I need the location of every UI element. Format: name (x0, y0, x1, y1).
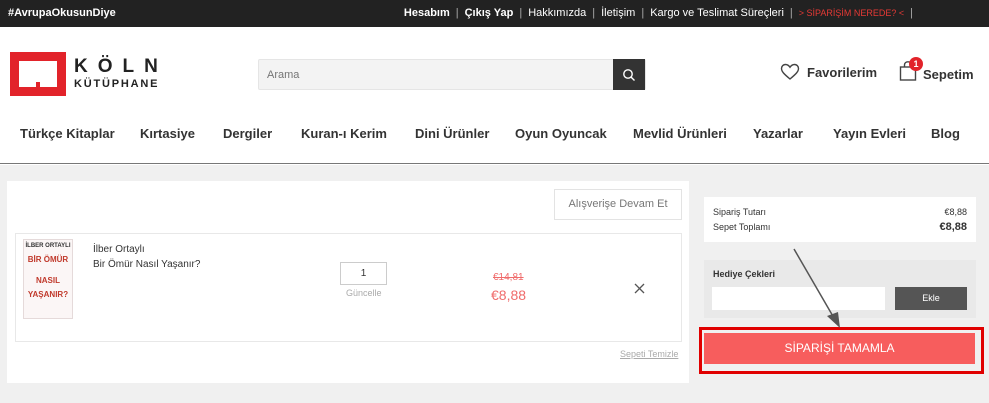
book-cover-image[interactable]: İLBER ORTAYLI BİR ÖMÜR NASIL YAŞANIR? (23, 239, 73, 319)
nav-item-religious-products[interactable]: Dini Ürünler (415, 126, 489, 141)
old-price: €14,81 (493, 272, 524, 283)
search-button[interactable] (613, 59, 645, 90)
separator: | (641, 7, 645, 19)
cover-title-line: BİR ÖMÜR (27, 255, 69, 264)
separator: | (910, 7, 913, 19)
cart-count-badge: 1 (909, 57, 923, 71)
search-bar (258, 59, 646, 90)
cover-title-line: YAŞANIR? (27, 290, 69, 299)
favorites-link[interactable]: Favorilerim (780, 63, 877, 81)
nav-item-publishers[interactable]: Yayın Evleri (833, 126, 906, 141)
continue-shopping-button[interactable]: Alışverişe Devam Et (554, 189, 682, 220)
shipping-link[interactable]: Kargo ve Teslimat Süreçleri (650, 7, 784, 19)
apply-voucher-button[interactable]: Ekle (895, 287, 967, 310)
main-nav: Türkçe Kitaplar Kırtasiye Dergiler Kuran… (0, 116, 989, 164)
gift-voucher-box: Hediye Çekleri Ekle (704, 260, 976, 318)
separator: | (592, 7, 596, 19)
site-logo[interactable]: KÖLN KÜTÜPHANE (10, 52, 170, 96)
nav-item-games-toys[interactable]: Oyun Oyuncak (515, 126, 607, 141)
nav-item-authors[interactable]: Yazarlar (753, 126, 803, 141)
search-icon (623, 68, 635, 81)
nav-item-magazines[interactable]: Dergiler (223, 126, 272, 141)
heart-icon (780, 63, 800, 80)
order-summary: Sipariş Tutarı €8,88 Sepet Toplamı €8,88 (704, 197, 976, 242)
separator: | (519, 7, 523, 19)
logo-subword: KÜTÜPHANE (74, 78, 160, 90)
nav-item-quran[interactable]: Kuran-ı Kerim (301, 126, 387, 141)
nav-item-blog[interactable]: Blog (931, 126, 960, 141)
logout-link[interactable]: Çıkış Yap (465, 7, 514, 19)
nav-item-mevlid-products[interactable]: Mevlid Ürünleri (633, 126, 727, 141)
about-link[interactable]: Hakkımızda (528, 7, 586, 19)
cart-label: Sepetim (923, 66, 974, 82)
cover-author: İLBER ORTAYLI (25, 243, 71, 249)
item-title[interactable]: Bir Ömür Nasıl Yaşanır? (93, 259, 200, 270)
hashtag-link[interactable]: #AvrupaOkusunDiye (8, 7, 116, 19)
cart-link[interactable]: 1 Sepetim (899, 57, 974, 82)
separator: | (789, 7, 793, 19)
top-links: Hesabım | Çıkış Yap | Hakkımızda | İleti… (404, 7, 919, 19)
account-link[interactable]: Hesabım (404, 7, 450, 19)
quantity-input[interactable] (340, 262, 387, 285)
gift-voucher-label: Hediye Çekleri (713, 269, 776, 279)
search-input[interactable] (259, 60, 615, 89)
nav-item-stationery[interactable]: Kırtasiye (140, 126, 195, 141)
order-amount-value: €8,88 (944, 207, 967, 217)
update-link[interactable]: Güncelle (346, 288, 382, 298)
close-icon (634, 283, 645, 294)
favorites-label: Favorilerim (807, 64, 878, 80)
order-tracking-link[interactable]: > SİPARİŞİM NEREDE? < (799, 8, 904, 18)
current-price: €8,88 (491, 287, 527, 303)
clear-cart-link[interactable]: Sepeti Temizle (620, 349, 678, 359)
nav-item-turkish-books[interactable]: Türkçe Kitaplar (20, 126, 115, 141)
order-amount-label: Sipariş Tutarı (713, 207, 767, 217)
complete-order-button[interactable]: SİPARİŞİ TAMAMLA (704, 333, 975, 364)
separator: | (455, 7, 459, 19)
gift-voucher-input[interactable] (712, 287, 885, 310)
cart-total-value: €8,88 (939, 221, 967, 233)
logo-word: KÖLN (74, 56, 168, 77)
book-logo-icon (10, 52, 66, 96)
remove-item-button[interactable] (634, 281, 645, 297)
page: #AvrupaOkusunDiye Hesabım | Çıkış Yap | … (0, 0, 989, 403)
top-bar: #AvrupaOkusunDiye Hesabım | Çıkış Yap | … (0, 0, 989, 27)
cart-total-label: Sepet Toplamı (713, 222, 771, 232)
contact-link[interactable]: İletişim (601, 7, 635, 19)
item-author[interactable]: İlber Ortaylı (93, 244, 145, 255)
cover-title-line: NASIL (36, 276, 60, 285)
